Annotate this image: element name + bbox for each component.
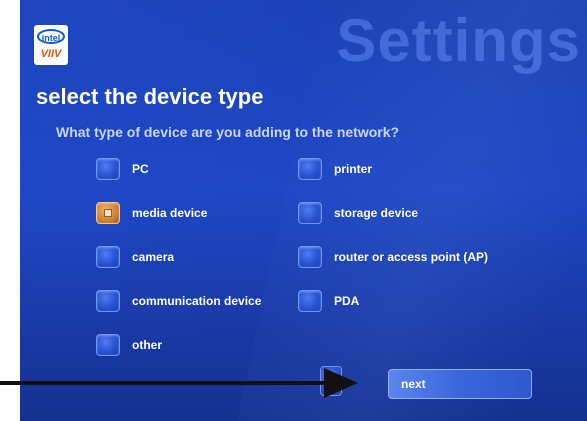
next-button-label: next	[401, 377, 426, 391]
page-question: What type of device are you adding to th…	[56, 124, 400, 140]
page-heading: select the device type	[36, 84, 264, 109]
next-button[interactable]: next	[388, 369, 532, 399]
option-checkbox[interactable]	[96, 290, 120, 312]
logo-brand-text: intel	[37, 29, 65, 44]
option-communication-device[interactable]: communication device	[96, 289, 261, 313]
option-checkbox[interactable]	[298, 290, 322, 312]
option-label: media device	[132, 206, 208, 220]
option-label: printer	[334, 162, 373, 176]
option-label: camera	[132, 250, 175, 264]
option-label: PDA	[334, 294, 360, 308]
option-camera[interactable]: camera	[96, 245, 174, 269]
option-checkbox[interactable]	[298, 202, 322, 224]
option-label: other	[132, 338, 162, 352]
option-other[interactable]: other	[96, 333, 162, 357]
option-printer[interactable]: printer	[298, 157, 372, 181]
option-media-device[interactable]: media device	[96, 201, 207, 225]
option-label: storage device	[334, 206, 419, 220]
option-checkbox[interactable]	[298, 246, 322, 268]
option-label: router or access point (AP)	[334, 250, 489, 264]
intel-viiv-logo: intel VIIV	[34, 25, 68, 65]
settings-watermark: Settings	[336, 7, 581, 74]
option-pda[interactable]: PDA	[298, 289, 359, 313]
option-checkbox[interactable]	[96, 246, 120, 268]
settings-panel: intel VIIV Settings select the device ty…	[20, 0, 587, 421]
option-label: PC	[132, 162, 149, 176]
callout-arrow-icon	[0, 368, 358, 398]
option-router[interactable]: router or access point (AP)	[298, 245, 488, 269]
option-checkbox-selected[interactable]	[96, 202, 120, 224]
option-pc[interactable]: PC	[96, 157, 149, 181]
option-label: communication device	[132, 294, 262, 308]
option-checkbox[interactable]	[96, 334, 120, 356]
callout-arrow-shaft	[0, 381, 328, 385]
callout-arrow-head	[324, 368, 358, 398]
logo-sub-text: VIIV	[40, 48, 62, 60]
option-storage-device[interactable]: storage device	[298, 201, 418, 225]
option-checkbox[interactable]	[298, 158, 322, 180]
option-checkbox[interactable]	[96, 158, 120, 180]
